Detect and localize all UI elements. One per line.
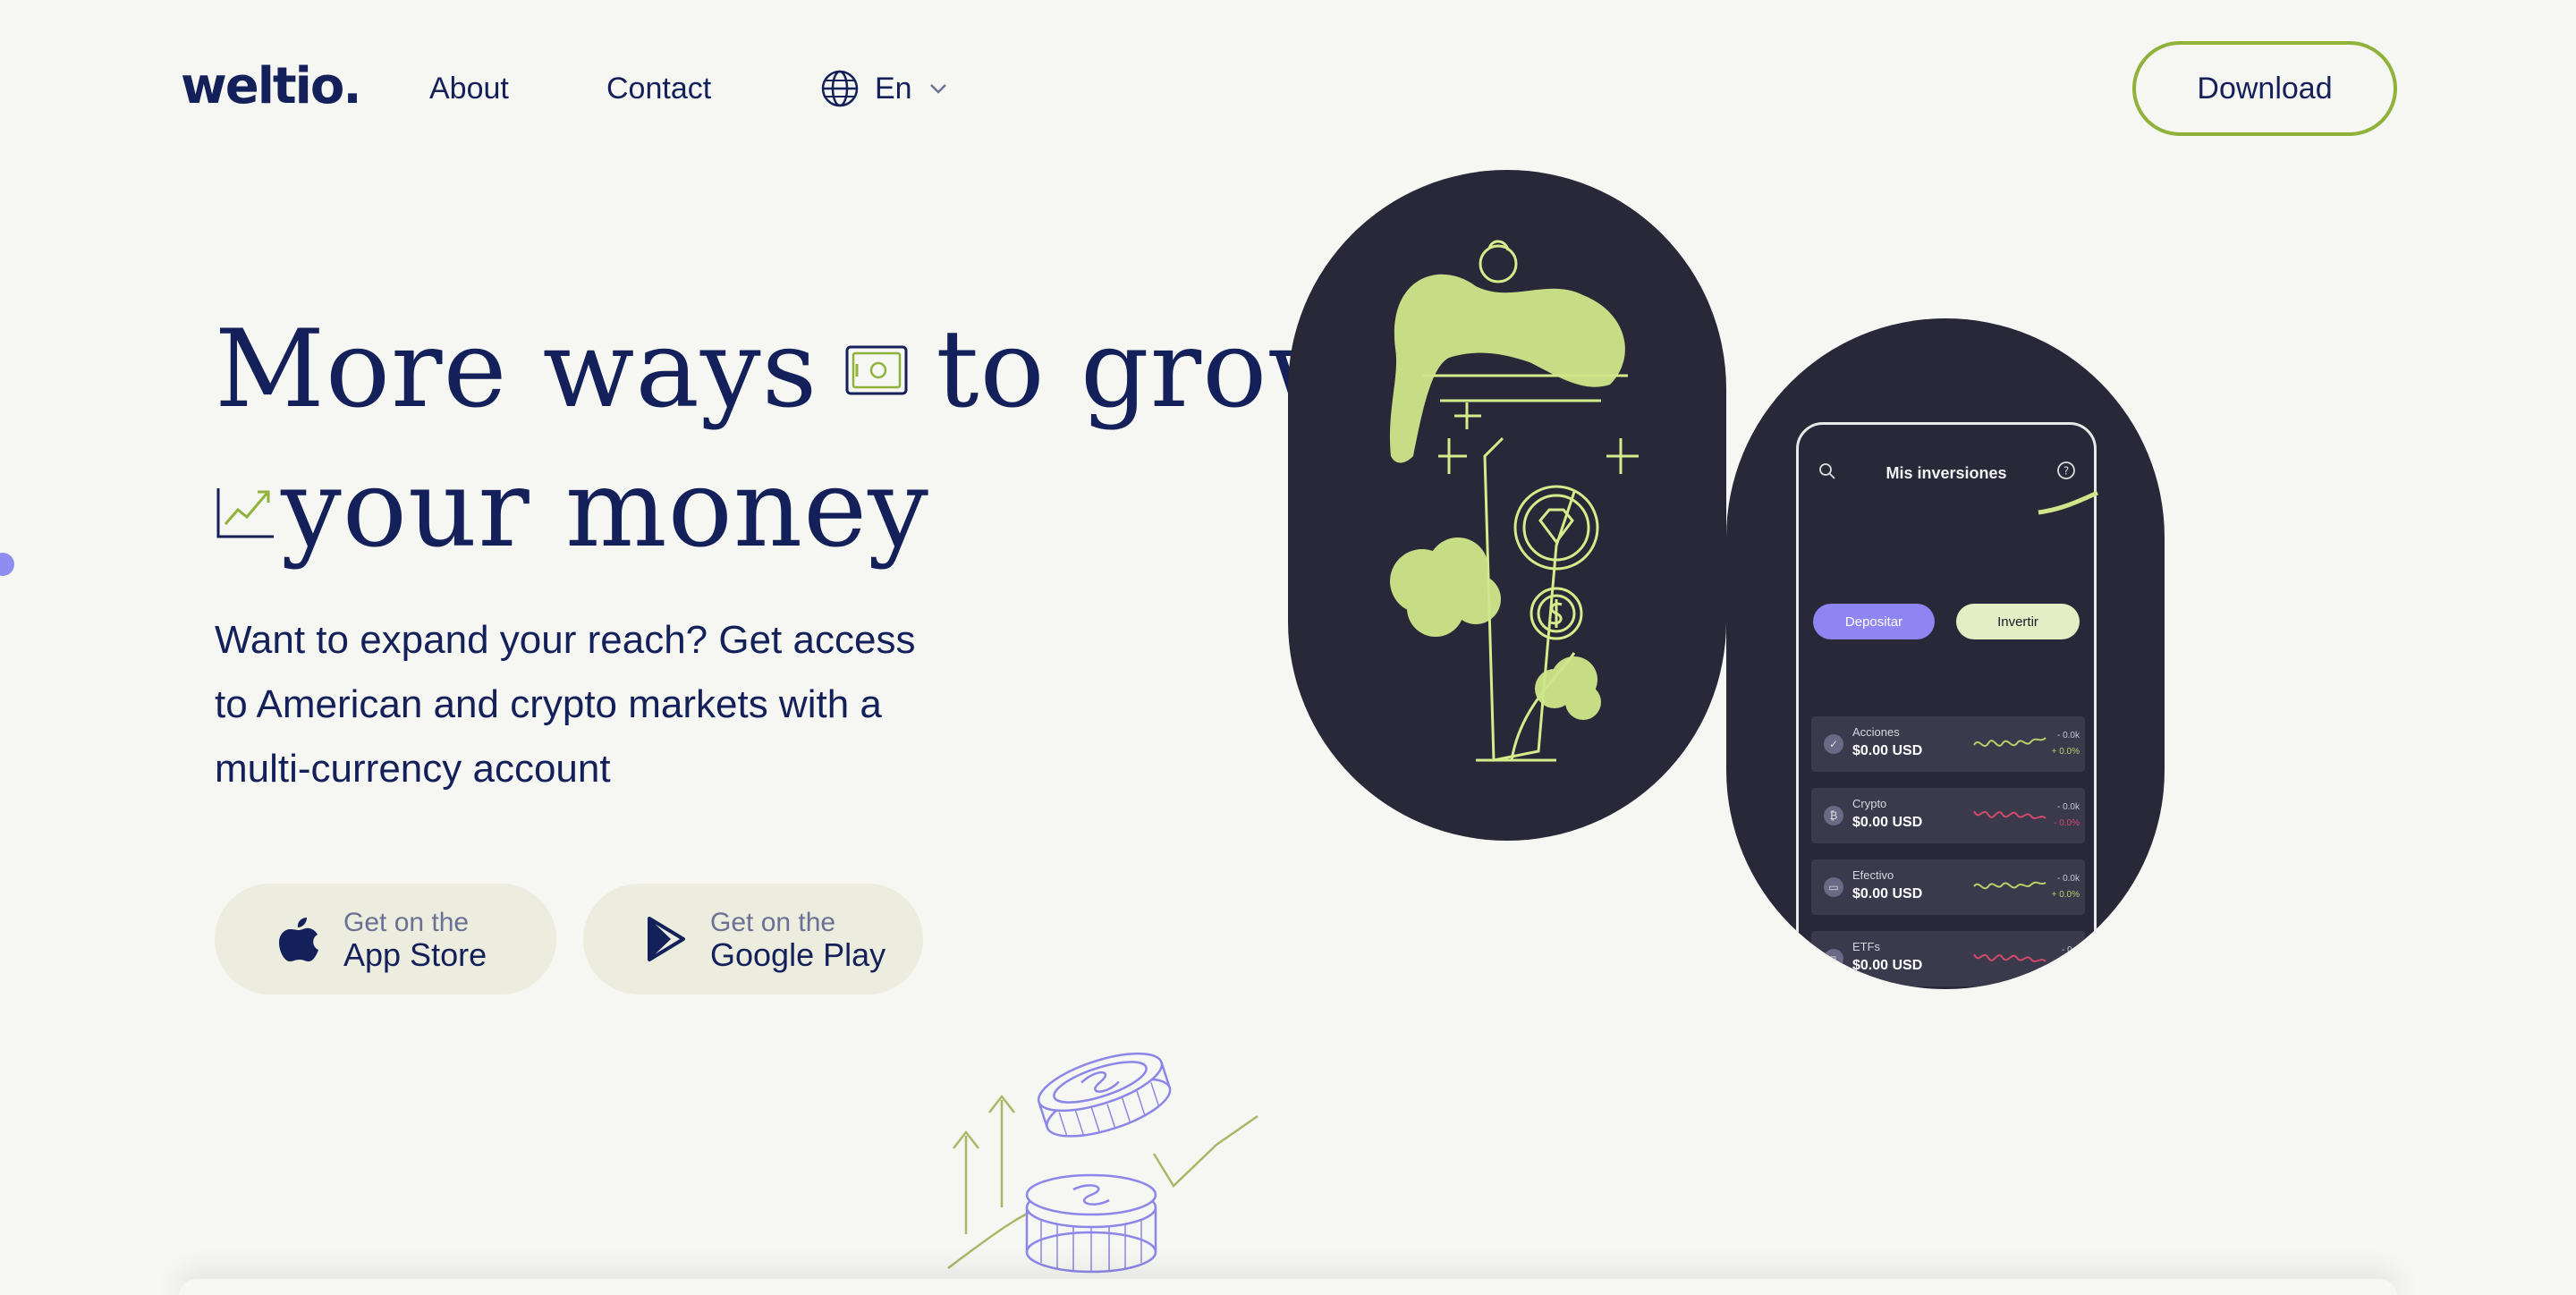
- person-illustration: [1389, 240, 1639, 762]
- investment-value: $0.00 USD: [1852, 815, 1923, 830]
- phone-mockup: Mis inversiones ? Depositar Invertir ✓ A…: [1796, 422, 2099, 989]
- safe-icon: [845, 345, 908, 395]
- investment-row-acciones[interactable]: ✓ Acciones $0.00 USD - 0.0k + 0.0%: [1811, 716, 2085, 772]
- language-label: En: [875, 71, 912, 106]
- app-store-label: App Store: [343, 936, 487, 973]
- help-icon: ?: [2057, 461, 2075, 479]
- hero-title: More ways to grow your money: [215, 300, 1360, 580]
- app-preview-oval: Mis inversiones ? Depositar Invertir ✓ A…: [1726, 318, 2165, 989]
- cash-icon: ▭: [1824, 877, 1843, 897]
- deposit-button[interactable]: Depositar: [1813, 604, 1935, 639]
- chart-growth-icon: [216, 488, 274, 538]
- chevron-down-icon: [929, 84, 946, 94]
- investment-delta-percent: + 0.0%: [2051, 747, 2080, 757]
- svg-text:?: ?: [2063, 465, 2069, 478]
- hero-title-part-1: More ways: [215, 308, 818, 432]
- apple-icon: [279, 918, 318, 961]
- invest-button[interactable]: Invertir: [1956, 604, 2080, 639]
- side-dot: [0, 553, 14, 576]
- google-play-button[interactable]: Get on the Google Play: [583, 884, 923, 995]
- google-play-icon: [648, 917, 685, 961]
- sparkline-down: [1973, 953, 2046, 962]
- investment-delta-amount: - 0.0: [2061, 945, 2080, 955]
- hero-subtitle: Want to expand your reach? Get access to…: [215, 618, 916, 791]
- sparkline-down: [1973, 810, 2046, 819]
- next-section-edge: [179, 1279, 2397, 1295]
- download-button[interactable]: Download: [2132, 41, 2397, 136]
- app-store-button[interactable]: Get on the App Store: [215, 884, 556, 995]
- sparkline-up: [1973, 737, 2046, 748]
- nav-about-link[interactable]: About: [429, 72, 509, 106]
- investment-delta-amount: - 0.0k: [2056, 731, 2080, 741]
- investment-value: $0.00 USD: [1852, 886, 1923, 901]
- app-store-small-label: Get on the: [343, 908, 470, 937]
- phone-title: Mis inversiones: [1885, 464, 2007, 482]
- logo[interactable]: weltio.: [181, 57, 362, 115]
- language-selector[interactable]: En: [821, 70, 948, 107]
- illustration-oval: [1288, 170, 1726, 841]
- investment-name: Crypto: [1852, 797, 1887, 810]
- chart-accent: [2038, 491, 2099, 515]
- investment-delta-percent: + 0.0%: [2051, 890, 2080, 900]
- nav-contact-link[interactable]: Contact: [606, 72, 711, 106]
- investment-name: Acciones: [1852, 725, 1900, 739]
- investment-delta-percent: - 0.0%: [2054, 818, 2080, 828]
- investment-row-etfs[interactable]: ≡ ETFs $0.00 USD - 0.0: [1811, 931, 2085, 986]
- investment-value: $0.00 USD: [1852, 743, 1923, 758]
- coins-illustration: [947, 1052, 1258, 1274]
- investment-delta-amount: - 0.0k: [2056, 802, 2080, 812]
- google-play-label: Google Play: [710, 936, 886, 973]
- investment-value: $0.00 USD: [1852, 958, 1923, 973]
- globe-icon: [821, 70, 859, 107]
- investment-name: Efectivo: [1852, 868, 1894, 882]
- hero-title-part-3: your money: [281, 447, 929, 571]
- investment-name: ETFs: [1852, 940, 1881, 953]
- google-play-small-label: Get on the: [710, 908, 836, 937]
- sparkline-up: [1973, 881, 2046, 890]
- etf-icon: ≡: [1824, 949, 1843, 969]
- crypto-icon: ₿: [1824, 806, 1843, 825]
- investment-row-crypto[interactable]: ₿ Crypto $0.00 USD - 0.0k - 0.0%: [1811, 788, 2085, 843]
- investment-delta-amount: - 0.0k: [2056, 874, 2080, 884]
- stocks-icon: ✓: [1824, 734, 1843, 754]
- investment-row-efectivo[interactable]: ▭ Efectivo $0.00 USD - 0.0k + 0.0%: [1811, 859, 2085, 915]
